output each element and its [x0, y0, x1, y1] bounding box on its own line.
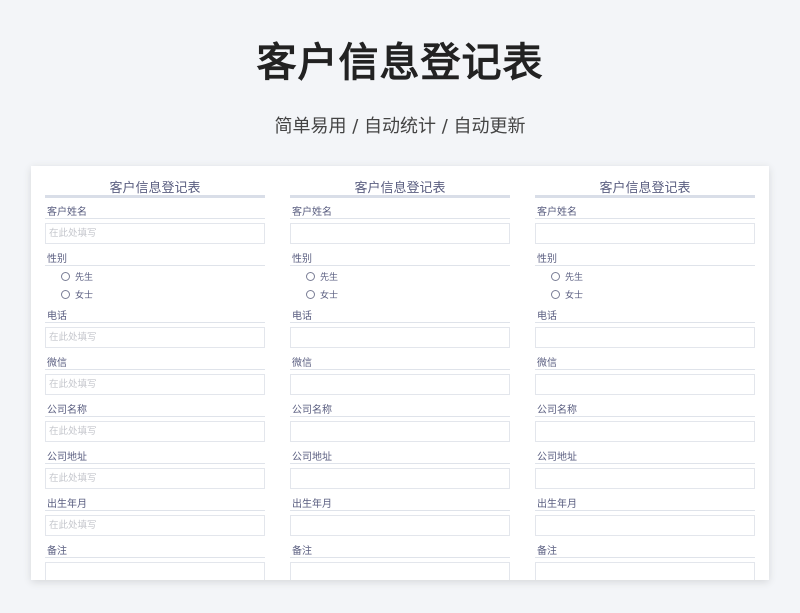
field-label: 出生年月 [47, 499, 87, 510]
field-label: 微信 [537, 358, 557, 369]
divider [535, 218, 755, 219]
radio-icon [61, 289, 70, 299]
form-title: 客户信息登记表 [109, 181, 201, 196]
wechat-input[interactable] [290, 374, 510, 395]
notes-input[interactable] [45, 562, 265, 580]
field-label: 公司名称 [537, 405, 577, 416]
radio-option-female[interactable]: 女士 [61, 288, 94, 301]
field-label: 电话 [537, 311, 557, 322]
divider [45, 322, 265, 323]
radio-icon [61, 271, 70, 281]
divider [45, 218, 265, 219]
phone-input[interactable] [535, 327, 755, 348]
divider [535, 369, 755, 370]
field-label: 公司地址 [47, 452, 87, 463]
radio-icon [306, 289, 315, 299]
form-title: 客户信息登记表 [354, 181, 446, 196]
field-label: 性别 [537, 254, 557, 265]
name-input[interactable] [45, 223, 265, 244]
radio-label: 女士 [75, 290, 94, 301]
divider [290, 322, 510, 323]
address-input[interactable] [290, 468, 510, 489]
field-label: 公司名称 [47, 405, 87, 416]
divider [45, 463, 265, 464]
radio-label: 先生 [75, 272, 94, 283]
form-column-2: 客户信息登记表 客户姓名 性别 先生 女士 电话 微信 公司名称 公司地址 出生… [290, 166, 510, 580]
radio-icon [551, 271, 560, 281]
title-divider [290, 195, 510, 198]
name-input[interactable] [290, 223, 510, 244]
field-label: 微信 [47, 358, 67, 369]
divider [535, 510, 755, 511]
field-label: 性别 [47, 254, 67, 265]
divider [45, 265, 265, 266]
page-subtitle: 简单易用 / 自动统计 / 自动更新 [274, 116, 526, 137]
title-divider [45, 195, 265, 198]
radio-icon [306, 271, 315, 281]
phone-input[interactable] [45, 327, 265, 348]
field-label: 公司地址 [292, 452, 332, 463]
divider [290, 416, 510, 417]
divider [535, 265, 755, 266]
field-label: 客户姓名 [292, 207, 332, 218]
form-column-3: 客户信息登记表 客户姓名 性别 先生 女士 电话 微信 公司名称 公司地址 出生… [535, 166, 755, 580]
divider [290, 265, 510, 266]
title-divider [535, 195, 755, 198]
field-label: 电话 [47, 311, 67, 322]
address-input[interactable] [45, 468, 265, 489]
divider [45, 510, 265, 511]
field-label: 备注 [537, 546, 557, 557]
divider [45, 416, 265, 417]
field-label: 电话 [292, 311, 312, 322]
radio-label: 先生 [320, 272, 339, 283]
form-column-1: 客户信息登记表 客户姓名 性别 先生 女士 电话 微信 [45, 166, 265, 580]
divider [45, 369, 265, 370]
field-label: 客户姓名 [47, 207, 87, 218]
divider [535, 557, 755, 558]
field-label: 备注 [292, 546, 312, 557]
company-input[interactable] [535, 421, 755, 442]
field-label: 公司名称 [292, 405, 332, 416]
radio-icon [551, 289, 560, 299]
field-label: 出生年月 [292, 499, 332, 510]
divider [535, 463, 755, 464]
radio-label: 女士 [565, 290, 584, 301]
notes-input[interactable] [290, 562, 510, 580]
birth-input[interactable] [290, 515, 510, 536]
divider [290, 557, 510, 558]
field-label: 出生年月 [537, 499, 577, 510]
company-input[interactable] [45, 421, 265, 442]
birth-input[interactable] [45, 515, 265, 536]
divider [535, 416, 755, 417]
divider [535, 322, 755, 323]
field-label: 公司地址 [537, 452, 577, 463]
address-input[interactable] [535, 468, 755, 489]
radio-option-female[interactable]: 女士 [551, 288, 584, 301]
company-input[interactable] [290, 421, 510, 442]
notes-input[interactable] [535, 562, 755, 580]
divider [290, 218, 510, 219]
name-input[interactable] [535, 223, 755, 244]
field-label: 客户姓名 [537, 207, 577, 218]
birth-input[interactable] [535, 515, 755, 536]
radio-option-female[interactable]: 女士 [306, 288, 339, 301]
radio-option-male[interactable]: 先生 [61, 270, 94, 283]
radio-option-male[interactable]: 先生 [306, 270, 339, 283]
radio-label: 女士 [320, 290, 339, 301]
divider [290, 369, 510, 370]
form-card: 客户信息登记表 客户姓名 性别 先生 女士 电话 微信 [31, 166, 769, 580]
phone-input[interactable] [290, 327, 510, 348]
field-label: 备注 [47, 546, 67, 557]
wechat-input[interactable] [45, 374, 265, 395]
radio-option-male[interactable]: 先生 [551, 270, 584, 283]
divider [290, 463, 510, 464]
radio-label: 先生 [565, 272, 584, 283]
field-label: 微信 [292, 358, 312, 369]
wechat-input[interactable] [535, 374, 755, 395]
divider [290, 510, 510, 511]
field-label: 性别 [292, 254, 312, 265]
page-title: 客户信息登记表 [256, 40, 544, 86]
divider [45, 557, 265, 558]
form-title: 客户信息登记表 [599, 181, 691, 196]
